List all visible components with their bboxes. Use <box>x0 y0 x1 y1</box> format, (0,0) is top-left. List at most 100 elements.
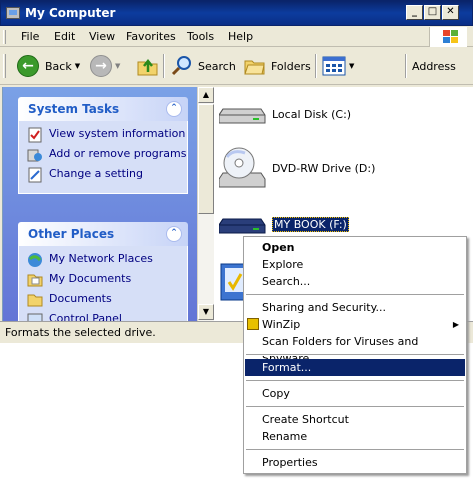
menu-edit[interactable]: Edit <box>54 30 75 43</box>
menu-grip[interactable] <box>3 30 6 44</box>
drive-label-selected: MY BOOK (F:) <box>272 216 349 232</box>
system-tasks-body: View system information Add or remove pr… <box>18 121 188 194</box>
ctx-scan[interactable]: Scan Folders for Viruses and Spyware <box>245 333 465 365</box>
task-label: Change a setting <box>49 167 143 180</box>
folder-icon <box>27 292 43 308</box>
back-arrow-icon: ← <box>17 55 39 77</box>
toolbar-separator <box>315 54 317 78</box>
ctx-search[interactable]: Search... <box>245 273 465 290</box>
menu-bar: File Edit View Favorites Tools Help <box>0 27 473 47</box>
back-dropdown-icon[interactable]: ▼ <box>75 62 80 70</box>
ctx-format[interactable]: Format... <box>245 359 465 376</box>
task-pane: System Tasks ⌃ View system information A… <box>2 87 197 321</box>
title-bar[interactable]: My Computer _ □ ✕ <box>0 0 473 26</box>
other-places-header[interactable]: Other Places ⌃ <box>18 222 188 246</box>
toolbar-separator <box>163 54 165 78</box>
system-info-icon <box>27 127 43 143</box>
place-documents[interactable]: Documents <box>27 292 187 308</box>
up-folder-button[interactable] <box>136 53 160 79</box>
scroll-up-icon[interactable]: ▲ <box>198 87 214 103</box>
external-drive-icon <box>219 218 266 234</box>
ctx-explore[interactable]: Explore <box>245 256 465 273</box>
task-view-system-info[interactable]: View system information <box>27 127 187 143</box>
drive-dvd-rw[interactable]: DVD-RW Drive (D:) <box>219 147 375 189</box>
place-label: My Documents <box>49 272 132 285</box>
ctx-winzip[interactable]: WinZip ▶ <box>245 316 465 333</box>
toolbar: ← Back ▼ → ▼ Search Folders ▼ Address <box>0 48 473 85</box>
control-panel-icon <box>27 312 43 321</box>
folders-label: Folders <box>271 59 311 73</box>
views-icon <box>322 56 346 76</box>
place-my-documents[interactable]: My Documents <box>27 272 187 288</box>
collapse-chevron-icon[interactable]: ⌃ <box>166 226 182 242</box>
maximize-button[interactable]: □ <box>424 5 441 20</box>
folders-button[interactable]: Folders <box>243 53 311 79</box>
windows-logo-icon <box>429 27 467 47</box>
close-button[interactable]: ✕ <box>442 5 459 20</box>
menu-tools[interactable]: Tools <box>187 30 214 43</box>
back-button[interactable]: ← Back ▼ <box>17 53 80 79</box>
views-button[interactable]: ▼ <box>322 53 354 79</box>
forward-button[interactable]: → ▼ <box>90 53 120 79</box>
back-label: Back <box>45 59 72 73</box>
ctx-separator <box>246 294 464 296</box>
place-network[interactable]: My Network Places <box>27 252 187 268</box>
address-label: Address <box>412 59 456 73</box>
ctx-sharing[interactable]: Sharing and Security... <box>245 299 465 316</box>
drive-local-disk[interactable]: Local Disk (C:) <box>219 101 351 127</box>
ctx-winzip-label: WinZip <box>262 318 301 331</box>
vertical-scrollbar[interactable]: ▲ ▼ <box>197 87 214 321</box>
ctx-open[interactable]: Open <box>245 239 465 256</box>
task-label: View system information <box>49 127 186 140</box>
drive-label: DVD-RW Drive (D:) <box>272 161 376 175</box>
place-label: Documents <box>49 292 112 305</box>
system-tasks-title: System Tasks <box>28 102 120 116</box>
hard-disk-icon <box>219 108 266 124</box>
menu-file[interactable]: File <box>21 30 39 43</box>
system-tasks-panel: System Tasks ⌃ View system information A… <box>18 97 188 194</box>
up-folder-icon <box>137 58 158 76</box>
ctx-separator <box>246 449 464 451</box>
menu-help[interactable]: Help <box>228 30 253 43</box>
folders-icon <box>244 60 265 75</box>
toolbar-separator <box>405 54 407 78</box>
search-button[interactable]: Search <box>170 53 236 79</box>
status-text: Formats the selected drive. <box>5 326 156 339</box>
scroll-thumb[interactable] <box>198 104 214 214</box>
add-remove-programs-icon <box>27 147 43 163</box>
forward-dropdown-icon[interactable]: ▼ <box>115 62 120 70</box>
system-tasks-header[interactable]: System Tasks ⌃ <box>18 97 188 121</box>
search-label: Search <box>198 59 236 73</box>
drive-my-book[interactable]: MY BOOK (F:) <box>219 211 349 237</box>
ctx-copy[interactable]: Copy <box>245 385 465 402</box>
search-icon <box>171 56 191 76</box>
menu-view[interactable]: View <box>89 30 115 43</box>
dvd-drive-icon <box>219 147 266 188</box>
scroll-down-icon[interactable]: ▼ <box>198 304 214 320</box>
menu-favorites[interactable]: Favorites <box>126 30 176 43</box>
ctx-create-shortcut[interactable]: Create Shortcut <box>245 411 465 428</box>
ctx-rename[interactable]: Rename <box>245 428 465 445</box>
other-places-panel: Other Places ⌃ My Network Places My Docu… <box>18 222 188 321</box>
ctx-separator <box>246 354 464 356</box>
toolbar-grip[interactable] <box>3 54 6 78</box>
other-places-title: Other Places <box>28 227 115 241</box>
place-control-panel[interactable]: Control Panel <box>27 312 187 321</box>
window-title: My Computer <box>25 6 116 20</box>
collapse-chevron-icon[interactable]: ⌃ <box>166 101 182 117</box>
minimize-button[interactable]: _ <box>406 5 423 20</box>
submenu-arrow-icon: ▶ <box>452 320 459 329</box>
place-label: Control Panel <box>49 312 122 321</box>
context-menu: Open Explore Search... Sharing and Secur… <box>243 236 467 474</box>
my-documents-icon <box>27 272 43 288</box>
ctx-separator <box>246 380 464 382</box>
my-computer-icon <box>6 7 20 19</box>
task-add-remove-programs[interactable]: Add or remove programs <box>27 147 187 163</box>
ctx-properties[interactable]: Properties <box>245 454 465 471</box>
views-dropdown-icon[interactable]: ▼ <box>349 62 354 70</box>
forward-arrow-icon: → <box>90 55 112 77</box>
task-change-setting[interactable]: Change a setting <box>27 167 187 183</box>
network-places-icon <box>27 252 43 268</box>
control-panel-icon <box>27 167 43 183</box>
ctx-separator <box>246 406 464 408</box>
